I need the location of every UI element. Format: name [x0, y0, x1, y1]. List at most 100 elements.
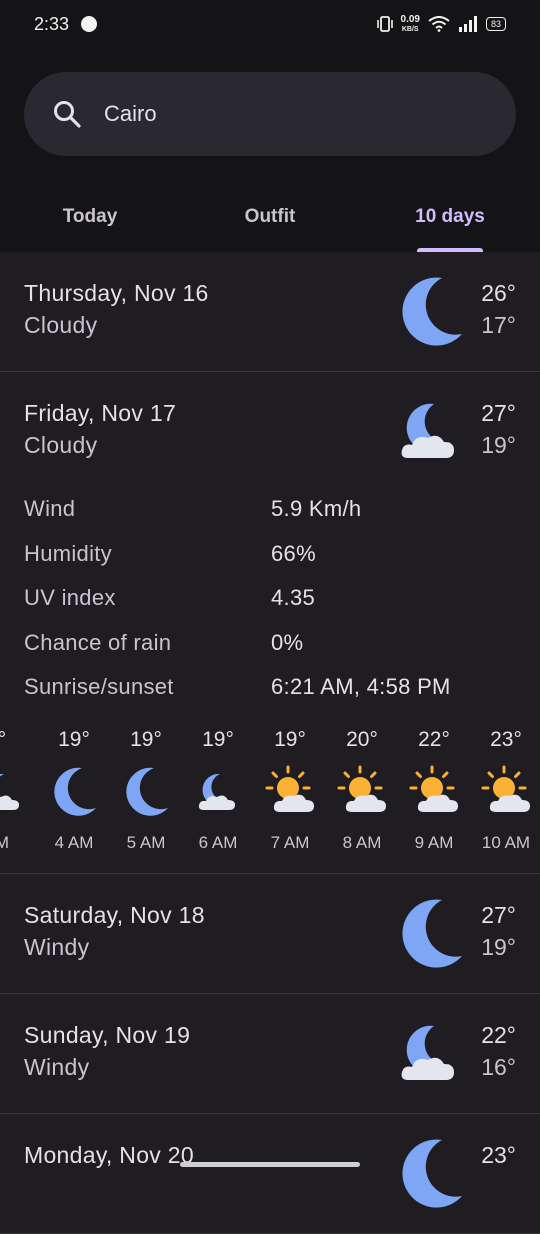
moon-icon [126, 767, 168, 816]
hourly-temp: 23° [490, 728, 522, 751]
tab-10-days[interactable]: 10 days [360, 188, 540, 252]
moon-cloud-icon [401, 403, 454, 458]
day-high-temp: 23° [481, 1142, 516, 1168]
day-high-temp: 27° [481, 902, 516, 928]
detail-value: 0% [271, 629, 304, 655]
moon-icon [402, 899, 462, 968]
hourly-temp: 20° [346, 728, 378, 751]
day-high-temp: 27° [481, 400, 516, 426]
hourly-time: 7 AM [270, 833, 310, 852]
day-date: Friday, Nov 17 [24, 400, 177, 426]
hourly-item: ° M [0, 728, 38, 853]
hourly-time: 9 AM [414, 833, 454, 852]
sun-cloud-icon [265, 765, 314, 812]
search-bar[interactable]: Cairo [24, 72, 516, 156]
moon-icon [402, 277, 462, 346]
hourly-forecast[interactable]: ° M 19° 4 AM 19° 5 AM 19° 6 AM 19° 7 AM 20° 8 AM 22°… [0, 728, 540, 858]
detail-label: Sunrise/sunset [24, 674, 174, 699]
hourly-time: 6 AM [198, 833, 238, 852]
hourly-temp: 19° [274, 728, 306, 751]
search-input[interactable]: Cairo [104, 101, 157, 127]
tab-label: Outfit [244, 206, 296, 227]
header-area: Cairo Today Outfit 10 days [0, 48, 540, 252]
hourly-item: 23° 10 AM [470, 728, 540, 853]
moon-cloud-icon [0, 773, 19, 810]
hourly-item: 19° 4 AM [38, 728, 110, 853]
hourly-temp: ° [0, 728, 7, 751]
tab-bar: Today Outfit 10 days [0, 188, 540, 252]
sun-cloud-icon [337, 765, 386, 812]
detail-label: UV index [24, 585, 116, 610]
detail-row-wind: Wind 5.9 Km/h [24, 496, 524, 541]
battery-icon: 83 [485, 17, 506, 31]
hourly-time: 4 AM [54, 833, 94, 852]
hourly-item: 20° 8 AM [326, 728, 398, 853]
detail-value: 5.9 Km/h [271, 496, 362, 521]
detail-label: Wind [24, 496, 76, 521]
hourly-temp: 19° [202, 728, 234, 751]
hourly-item: 19° 7 AM [254, 728, 326, 853]
day-condition: Windy [24, 934, 90, 960]
forecast-list: Thursday, Nov 16 Cloudy 26° 17° Friday, … [0, 252, 540, 1234]
detail-row-humidity: Humidity 66% [24, 541, 524, 586]
moon-cloud-icon [401, 1025, 454, 1080]
day-condition: Cloudy [24, 312, 98, 338]
day-date: Sunday, Nov 19 [24, 1022, 191, 1048]
detail-row-rain: Chance of rain 0% [24, 630, 524, 675]
tab-outfit[interactable]: Outfit [180, 188, 360, 252]
detail-label: Humidity [24, 540, 112, 566]
tab-today[interactable]: Today [0, 188, 180, 252]
hourly-time: M [0, 833, 10, 852]
day-date: Saturday, Nov 18 [24, 902, 205, 928]
hourly-time: 5 AM [126, 833, 166, 852]
vibrate-icon [376, 16, 393, 32]
hourly-temp: 22° [418, 728, 450, 751]
day-row[interactable]: Saturday, Nov 18 Windy 27° 19° [0, 874, 540, 994]
net-speed-unit: KB/S [401, 25, 419, 33]
home-indicator[interactable] [180, 1162, 360, 1167]
day-condition: Cloudy [24, 432, 98, 458]
day-low-temp: 16° [481, 1054, 516, 1080]
detail-row-sunrise: Sunrise/sunset 6:21 AM, 4:58 PM [24, 674, 524, 719]
moon-icon [54, 767, 96, 816]
tab-label: Today [62, 206, 118, 227]
day-date: Thursday, Nov 16 [24, 280, 209, 306]
day-details: Wind 5.9 Km/h Humidity 66% UV index 4.35 Ch… [24, 496, 524, 719]
app-notification-icon [81, 16, 98, 32]
detail-value: 6:21 AM, 4:58 PM [271, 674, 451, 699]
day-low-temp: 19° [481, 432, 516, 458]
network-speed: 0.09 KB/S [400, 13, 420, 34]
signal-icon [458, 16, 477, 32]
day-low-temp: 19° [481, 934, 516, 960]
status-indicators: 0.09 KB/S 83 [376, 13, 506, 34]
status-bar: 2:33 0.09 KB/S 83 [0, 0, 540, 48]
hourly-item: 19° 6 AM [182, 728, 254, 853]
day-row[interactable]: Thursday, Nov 16 Cloudy 26° 17° [0, 252, 540, 372]
day-condition: Windy [24, 1054, 90, 1080]
day-date: Monday, Nov 20 [24, 1142, 194, 1168]
tab-label: 10 days [415, 206, 485, 227]
day-low-temp: 17° [481, 312, 516, 338]
wifi-icon [428, 16, 450, 32]
hourly-time: 10 AM [481, 833, 531, 852]
hourly-item: 22° 9 AM [398, 728, 470, 853]
hourly-temp: 19° [58, 728, 90, 751]
moon-icon [402, 1139, 462, 1208]
sun-cloud-icon [409, 765, 458, 812]
status-time: 2:33 [34, 13, 70, 34]
day-row-expanded[interactable]: Friday, Nov 17 Cloudy 27° 19° Wind 5.9 Km… [0, 372, 540, 874]
day-high-temp: 26° [481, 280, 516, 306]
day-high-temp: 22° [481, 1022, 516, 1048]
detail-row-uv: UV index 4.35 [24, 585, 524, 630]
day-row[interactable]: Sunday, Nov 19 Windy 22° 16° [0, 994, 540, 1114]
net-speed-value: 0.09 [400, 13, 420, 25]
day-row[interactable]: Monday, Nov 20 23° [0, 1114, 540, 1234]
moon-cloud-icon [198, 773, 235, 810]
detail-value: 4.35 [271, 585, 316, 610]
hourly-time: 8 AM [342, 833, 382, 852]
detail-label: Chance of rain [24, 629, 172, 655]
hourly-item: 19° 5 AM [110, 728, 182, 853]
sun-cloud-icon [481, 765, 530, 812]
search-icon [54, 101, 81, 128]
detail-value: 66% [271, 540, 316, 566]
